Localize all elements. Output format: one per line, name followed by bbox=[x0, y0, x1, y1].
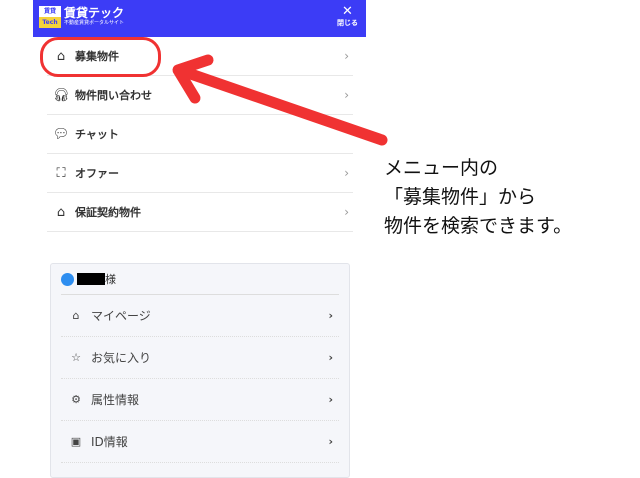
annotation-text: メニュー内の 「募集物件」から 物件を検索できます。 bbox=[384, 154, 572, 241]
annotation-line: メニュー内の bbox=[384, 157, 499, 179]
annotation-line: 物件を検索できます。 bbox=[384, 215, 573, 237]
annotation-line: 「募集物件」から bbox=[384, 186, 537, 208]
